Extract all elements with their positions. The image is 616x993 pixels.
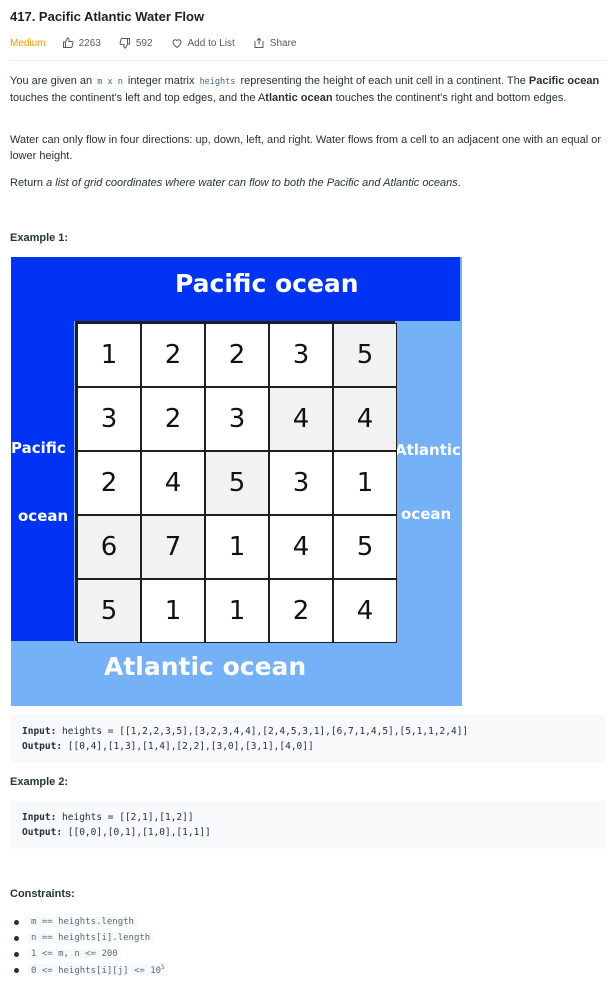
example-1-code: Input: heights = [[1,2,2,3,5],[3,2,3,4,4… [10, 715, 606, 763]
atlantic-bottom-label: Atlantic ocean [104, 652, 307, 681]
problem-title: 417. Pacific Atlantic Water Flow [10, 9, 205, 24]
input-label: Input: [22, 726, 57, 737]
text-run: You are given an [10, 75, 96, 87]
thumbs-down-icon [119, 38, 130, 49]
problem-meta-bar: Medium 2263 592 Add to List Share [10, 36, 314, 50]
add-to-list-button[interactable]: Add to List [171, 37, 235, 49]
constraints-list: m == heights.length n == heights[i].leng… [14, 914, 168, 978]
grid-cell: 5 [205, 451, 269, 515]
grid-cell: 4 [333, 579, 397, 643]
grid-cell: 2 [269, 579, 333, 643]
heart-icon [172, 39, 182, 49]
inline-code: m x n [95, 77, 125, 87]
constraint-item: n == heights[i].length [14, 930, 168, 946]
dislike-count: 592 [135, 37, 153, 49]
output-value: [[0,0],[0,1],[1,0],[1,1]] [62, 827, 211, 838]
grid-cell: 3 [269, 451, 333, 515]
grid-cell: 4 [333, 387, 397, 451]
text-run: integer matrix [124, 75, 198, 87]
constraint-item: 0 <= heights[i][j] <= 105 [14, 962, 168, 978]
pacific-left-label-2: ocean [18, 507, 69, 525]
grid-cell: 7 [141, 515, 205, 579]
grid-cell: 2 [77, 451, 141, 515]
grid-cell: 2 [141, 387, 205, 451]
like-button[interactable]: 2263 [62, 37, 101, 49]
text-run: touches the continent's right and bottom… [332, 92, 567, 104]
atlantic-right-label-2: ocean [401, 505, 452, 523]
grid-cell: 1 [77, 323, 141, 387]
difficulty-badge: Medium [10, 37, 46, 49]
input-value: heights = [[2,1],[1,2]] [56, 812, 194, 823]
grid-cell: 2 [141, 323, 205, 387]
grid-cell: 4 [269, 515, 333, 579]
grid-cell: 3 [205, 387, 269, 451]
grid-cell: 1 [205, 515, 269, 579]
grid-cell: 1 [205, 579, 269, 643]
example-2-title: Example 2: [10, 776, 69, 788]
grid-cell: 5 [77, 579, 141, 643]
description-paragraph-3: Return a list of grid coordinates where … [10, 175, 610, 191]
like-count: 2263 [78, 37, 101, 49]
bold-text: tlantic ocean [265, 92, 333, 104]
constraint-item: m == heights.length [14, 914, 168, 930]
bold-text: Pacific ocean [528, 75, 600, 87]
text-run: representing the height of each unit cel… [237, 75, 529, 87]
grid-cell: 5 [333, 323, 397, 387]
grid-cell: 3 [269, 323, 333, 387]
output-value: [[0,4],[1,3],[1,4],[2,2],[3,0],[3,1],[4,… [62, 741, 314, 752]
return-italic: a list of grid coordinates where water c… [46, 177, 458, 189]
input-label: Input: [22, 812, 57, 823]
height-grid: 1223532344245316714551124 [75, 321, 397, 643]
description-paragraph-1: You are given an m x n integer matrix he… [10, 73, 610, 106]
grid-cell: 1 [141, 579, 205, 643]
constraints-title: Constraints: [10, 888, 75, 900]
output-label: Output: [22, 827, 63, 838]
output-label: Output: [22, 741, 63, 752]
thumbs-up-icon [62, 37, 73, 48]
header-divider [10, 60, 606, 61]
share-button[interactable]: Share [253, 37, 297, 49]
description-paragraph-2: Water can only flow in four directions: … [10, 134, 602, 162]
atlantic-right-label-1: Atlantic [395, 441, 461, 459]
example-1-figure: Pacific ocean Pacific ocean Atlantic oce… [11, 257, 462, 706]
grid-cell: 2 [205, 323, 269, 387]
grid-cell: 4 [269, 387, 333, 451]
pacific-top-label: Pacific ocean [175, 269, 359, 298]
share-label: Share [269, 37, 297, 49]
add-to-list-label: Add to List [187, 37, 235, 49]
grid-cell: 1 [333, 451, 397, 515]
inline-code: heights [197, 77, 238, 87]
grid-cell: 4 [141, 451, 205, 515]
example-2-code: Input: heights = [[2,1],[1,2]] Output: [… [10, 801, 606, 849]
example-1-title: Example 1: [10, 232, 69, 244]
constraint-item: 1 <= m, n <= 200 [14, 946, 168, 962]
grid-cell: 5 [333, 515, 397, 579]
return-suffix: . [457, 177, 461, 189]
share-icon [254, 37, 264, 48]
text-run: touches the continent's left and top edg… [10, 92, 266, 104]
dislike-button[interactable]: 592 [119, 37, 153, 49]
grid-cell: 6 [77, 515, 141, 579]
return-prefix: Return [10, 177, 47, 189]
grid-cell: 3 [77, 387, 141, 451]
input-value: heights = [[1,2,2,3,5],[3,2,3,4,4],[2,4,… [56, 726, 469, 737]
pacific-left-label-1: Pacific [11, 439, 66, 457]
